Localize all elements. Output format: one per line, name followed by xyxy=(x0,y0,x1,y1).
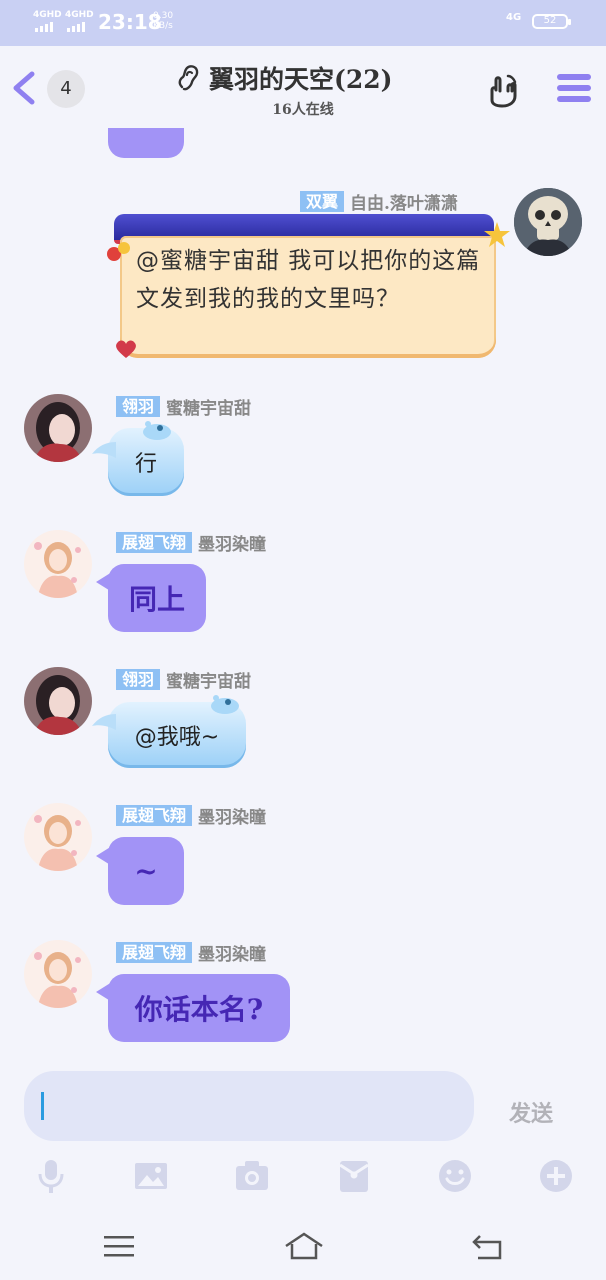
sender-name[interactable]: 蜜糖宇宙甜 xyxy=(166,667,251,692)
chat-title: 翼羽的天空(22) xyxy=(209,65,393,94)
bubble-tail-icon xyxy=(92,442,116,458)
message-bubble[interactable]: ~ xyxy=(108,837,184,905)
emoji-icon[interactable] xyxy=(437,1158,473,1194)
girl-photo-avatar-icon xyxy=(24,667,92,735)
star-decoration-icon xyxy=(107,242,130,261)
network-type: 4G xyxy=(506,12,522,23)
back-icon[interactable] xyxy=(470,1230,506,1262)
sender-name[interactable]: 墨羽染瞳 xyxy=(198,803,266,828)
sender-name[interactable]: 蜜糖宇宙甜 xyxy=(166,394,251,419)
chat-header: 4 翼羽的天空(22) 16人在线 xyxy=(0,46,606,130)
bubble-decoration-icon xyxy=(211,695,239,714)
avatar[interactable] xyxy=(24,530,92,598)
sender-name[interactable]: 墨羽染瞳 xyxy=(198,940,266,965)
speed-value: 0.30 xyxy=(153,11,174,21)
message-text: ~ xyxy=(134,854,158,888)
home-icon[interactable] xyxy=(284,1230,324,1262)
member-tag: 展翅飞翔 xyxy=(116,532,193,553)
plus-icon[interactable] xyxy=(538,1158,574,1194)
sender-name[interactable]: 自由.落叶潇潇 xyxy=(350,189,458,214)
send-button[interactable]: 发送 xyxy=(509,1096,553,1128)
camera-icon[interactable] xyxy=(234,1158,270,1194)
girl-photo-avatar-icon xyxy=(24,394,92,462)
signal-bars-1-icon xyxy=(35,22,53,32)
signal-label-2: 4GHD xyxy=(65,10,94,20)
member-tag: 展翅飞翔 xyxy=(116,805,193,826)
message-text: 行 xyxy=(134,452,157,477)
member-tag: 翎羽 xyxy=(116,669,161,690)
ear-icon[interactable] xyxy=(175,63,201,93)
sender-line: 双翼 自由.落叶潇潇 xyxy=(300,189,458,214)
message-bubble[interactable]: 同上 xyxy=(108,564,206,632)
battery-icon: 52 xyxy=(532,14,571,29)
member-tag: 双翼 xyxy=(300,191,345,212)
sender-line: 展翅飞翔 墨羽染瞳 xyxy=(116,530,266,555)
sender-line: 展翅飞翔 墨羽染瞳 xyxy=(116,940,266,965)
speed-unit: KB/s xyxy=(153,21,173,31)
avatar[interactable] xyxy=(24,667,92,735)
system-nav-bar xyxy=(0,1212,606,1280)
message-text: @我哦~ xyxy=(134,725,220,750)
sender-line: 翎羽 蜜糖宇宙甜 xyxy=(116,394,251,419)
message-text: 你话本名? xyxy=(134,993,264,1026)
signal-bars-2-icon xyxy=(67,22,85,32)
battery-level: 52 xyxy=(543,15,557,26)
input-toolbar xyxy=(0,1158,606,1198)
message-input[interactable] xyxy=(24,1071,474,1141)
anime-avatar-icon xyxy=(24,940,92,1008)
decorated-bubble[interactable]: @蜜糖宇宙甜 我可以把你的这篇文发到我的我的文里吗？ xyxy=(107,214,510,362)
sender-line: 展翅飞翔 墨羽染瞳 xyxy=(116,803,266,828)
sender-name[interactable]: 墨羽染瞳 xyxy=(198,530,266,555)
previous-message-bubble xyxy=(108,128,184,158)
text-cursor xyxy=(41,1092,44,1120)
skull-avatar-icon xyxy=(514,188,582,256)
image-icon[interactable] xyxy=(133,1158,169,1194)
avatar[interactable] xyxy=(24,803,92,871)
avatar[interactable] xyxy=(24,940,92,1008)
star-decoration-icon xyxy=(484,222,510,247)
sender-line: 翎羽 蜜糖宇宙甜 xyxy=(116,667,251,692)
bubble-tail-icon xyxy=(92,714,116,730)
avatar[interactable] xyxy=(24,394,92,462)
message-bubble[interactable]: 你话本名? xyxy=(108,974,290,1042)
network-speed: 0.30 KB/s xyxy=(153,11,173,31)
member-tag: 翎羽 xyxy=(116,396,161,417)
bubble-text: @蜜糖宇宙甜 我可以把你的这篇文发到我的我的文里吗？ xyxy=(136,248,481,312)
avatar[interactable] xyxy=(514,188,582,256)
menu-icon[interactable] xyxy=(556,72,592,104)
recent-apps-icon[interactable] xyxy=(101,1230,137,1262)
anime-avatar-icon xyxy=(24,803,92,871)
member-tag: 展翅飞翔 xyxy=(116,942,193,963)
hand-gesture-icon[interactable] xyxy=(484,70,522,108)
message-text: 同上 xyxy=(128,583,185,616)
red-packet-icon[interactable] xyxy=(336,1158,372,1194)
microphone-icon[interactable] xyxy=(33,1158,69,1194)
heart-decoration-icon xyxy=(116,340,136,358)
bubble-decoration-icon xyxy=(143,421,171,440)
anime-avatar-icon xyxy=(24,530,92,598)
status-bar: 4GHD 4GHD 23:18 0.30 KB/s 4G 52 xyxy=(0,0,606,46)
title-area[interactable]: 翼羽的天空(22) xyxy=(175,60,392,96)
signal-label-1: 4GHD xyxy=(33,10,62,20)
